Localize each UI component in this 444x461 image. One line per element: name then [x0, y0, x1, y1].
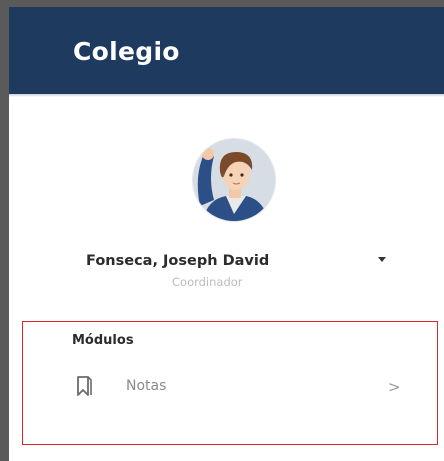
sidebar-header: Colegio: [9, 7, 444, 94]
app-title: Colegio: [73, 37, 180, 66]
header-shadow: [9, 94, 444, 97]
nav-item-notas[interactable]: Notas >: [66, 366, 416, 410]
app-sidebar: Colegio Fonseca, Joseph David Coordinado…: [0, 0, 444, 461]
user-role: Coordinador: [172, 275, 243, 289]
window-frame-left: [0, 0, 9, 461]
user-menu-button[interactable]: [373, 251, 391, 267]
user-name: Fonseca, Joseph David: [86, 253, 270, 269]
chevron-right-icon: >: [388, 378, 401, 396]
avatar: [174, 136, 294, 226]
window-frame-top: [0, 0, 444, 7]
avatar-image: [192, 138, 276, 222]
bookmark-icon: [74, 375, 94, 397]
nav-item-label: Notas: [126, 378, 167, 394]
caret-down-icon: [378, 257, 386, 262]
modules-section-title: Módulos: [72, 333, 134, 348]
